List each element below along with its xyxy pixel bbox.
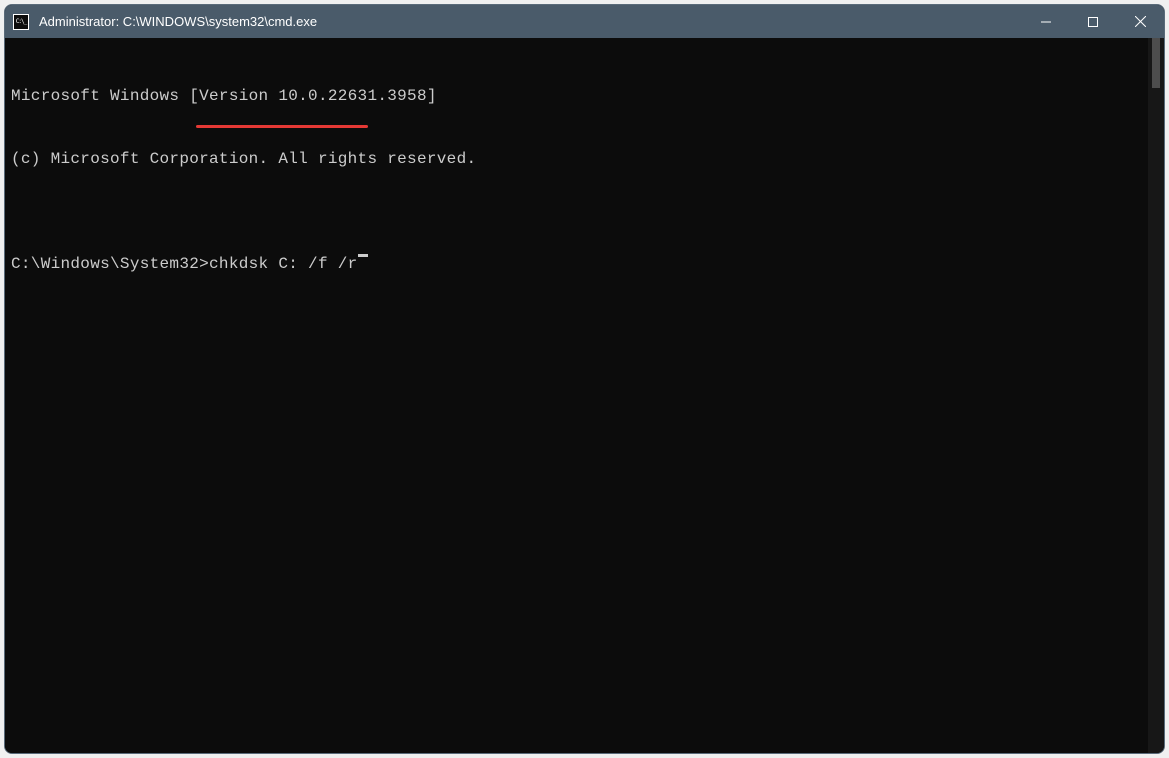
prompt-text: C:\Windows\System32> bbox=[11, 254, 209, 275]
copyright-line: (c) Microsoft Corporation. All rights re… bbox=[11, 149, 1148, 170]
titlebar-controls bbox=[1022, 5, 1164, 38]
cmd-icon bbox=[13, 14, 29, 30]
minimize-icon bbox=[1041, 17, 1051, 27]
text-cursor bbox=[358, 254, 368, 257]
terminal-wrap: Microsoft Windows [Version 10.0.22631.39… bbox=[5, 38, 1164, 753]
close-icon bbox=[1135, 16, 1146, 27]
vertical-scrollbar[interactable] bbox=[1148, 38, 1164, 753]
window-title: Administrator: C:\WINDOWS\system32\cmd.e… bbox=[39, 14, 1022, 29]
terminal-output[interactable]: Microsoft Windows [Version 10.0.22631.39… bbox=[5, 38, 1148, 753]
command-input[interactable]: chkdsk C: /f /r bbox=[209, 254, 358, 275]
maximize-icon bbox=[1088, 17, 1098, 27]
close-button[interactable] bbox=[1116, 5, 1164, 38]
prompt-line: C:\Windows\System32>chkdsk C: /f /r bbox=[11, 254, 1148, 275]
scrollbar-thumb[interactable] bbox=[1152, 38, 1160, 88]
maximize-button[interactable] bbox=[1069, 5, 1116, 38]
red-underline-annotation bbox=[196, 125, 368, 128]
minimize-button[interactable] bbox=[1022, 5, 1069, 38]
cmd-window: Administrator: C:\WINDOWS\system32\cmd.e… bbox=[4, 4, 1165, 754]
titlebar[interactable]: Administrator: C:\WINDOWS\system32\cmd.e… bbox=[5, 5, 1164, 38]
version-line: Microsoft Windows [Version 10.0.22631.39… bbox=[11, 86, 1148, 107]
